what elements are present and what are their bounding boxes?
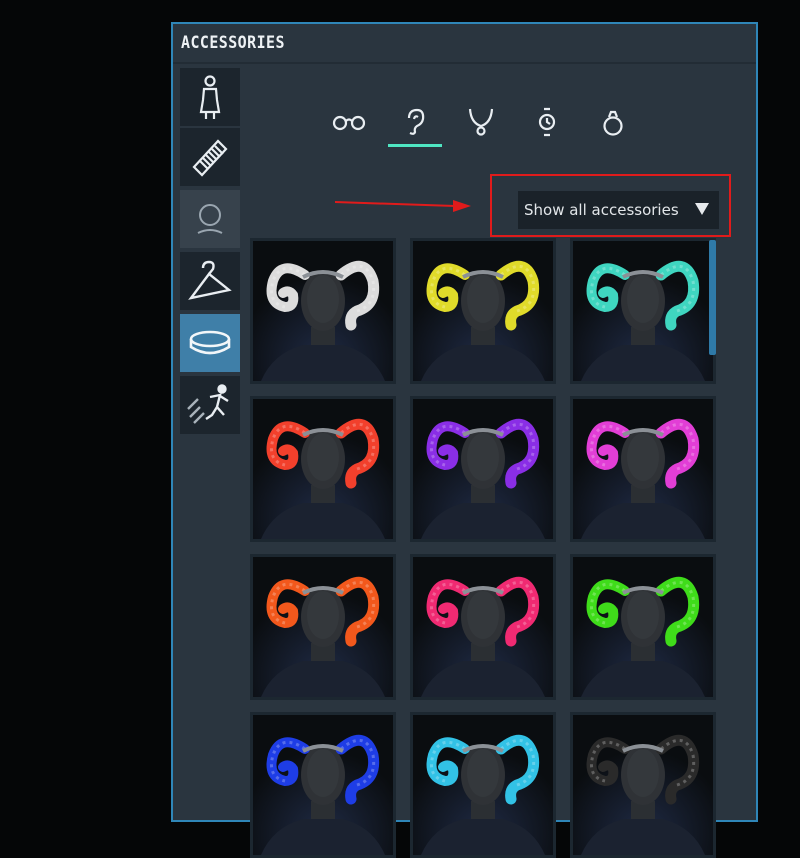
ear-icon	[407, 108, 425, 135]
running-person-icon	[187, 384, 229, 424]
sidebar-item-hair[interactable]	[180, 128, 240, 186]
tab-watches[interactable]	[520, 94, 574, 150]
accessory-tile[interactable]	[570, 554, 716, 700]
accessory-tile[interactable]	[250, 554, 396, 700]
selected-tab-indicator	[388, 144, 442, 147]
body-icon	[199, 75, 221, 119]
sidebar-item-body[interactable]	[180, 68, 240, 126]
accessory-tile[interactable]	[250, 396, 396, 542]
caret-down-icon	[695, 203, 709, 215]
accessory-tile[interactable]	[250, 238, 396, 384]
tab-necklaces[interactable]	[454, 94, 508, 150]
horns-preview-image	[413, 557, 553, 697]
scrollbar-thumb[interactable]	[709, 240, 716, 355]
sidebar-item-clothing[interactable]	[180, 252, 240, 310]
annotation-arrow	[335, 200, 471, 212]
ring-icon	[603, 110, 623, 136]
horns-preview-image	[253, 241, 393, 381]
title-divider	[173, 62, 756, 64]
accessory-filter-dropdown[interactable]: Show all accessories	[518, 191, 719, 229]
accessory-tile[interactable]	[570, 712, 716, 858]
ring-band-icon	[189, 330, 231, 355]
watch-icon	[538, 107, 556, 137]
dropdown-selected-value: Show all accessories	[524, 201, 679, 219]
horns-preview-image	[573, 399, 713, 539]
accessory-tile[interactable]	[410, 554, 556, 700]
horns-preview-image	[253, 399, 393, 539]
necklace-icon	[468, 108, 494, 136]
horns-preview-image	[413, 241, 553, 381]
accessory-tile[interactable]	[250, 712, 396, 858]
hanger-icon	[188, 260, 232, 300]
horns-preview-image	[253, 715, 393, 855]
tab-earrings[interactable]	[388, 94, 442, 150]
horns-preview-image	[253, 557, 393, 697]
horns-preview-image	[573, 557, 713, 697]
accessory-tile[interactable]	[410, 712, 556, 858]
accessory-tile[interactable]	[410, 396, 556, 542]
accessory-tile[interactable]	[570, 396, 716, 542]
accessory-tile[interactable]	[410, 238, 556, 384]
horns-preview-image	[573, 241, 713, 381]
glasses-icon	[332, 115, 366, 131]
accessory-tile[interactable]	[570, 238, 716, 384]
comb-icon	[192, 139, 228, 177]
tab-glasses[interactable]	[322, 94, 376, 150]
horns-preview-image	[413, 399, 553, 539]
sidebar-item-accessories[interactable]	[180, 314, 240, 372]
horns-preview-image	[573, 715, 713, 855]
tab-rings[interactable]	[586, 94, 640, 150]
sidebar-item-head[interactable]	[180, 190, 240, 248]
panel-title: ACCESSORIES	[181, 33, 285, 53]
accessories-panel: ACCESSORIES Show all accessories	[171, 22, 758, 858]
head-outline-icon	[197, 204, 223, 234]
horns-preview-image	[413, 715, 553, 855]
sidebar-item-animations[interactable]	[180, 376, 240, 434]
